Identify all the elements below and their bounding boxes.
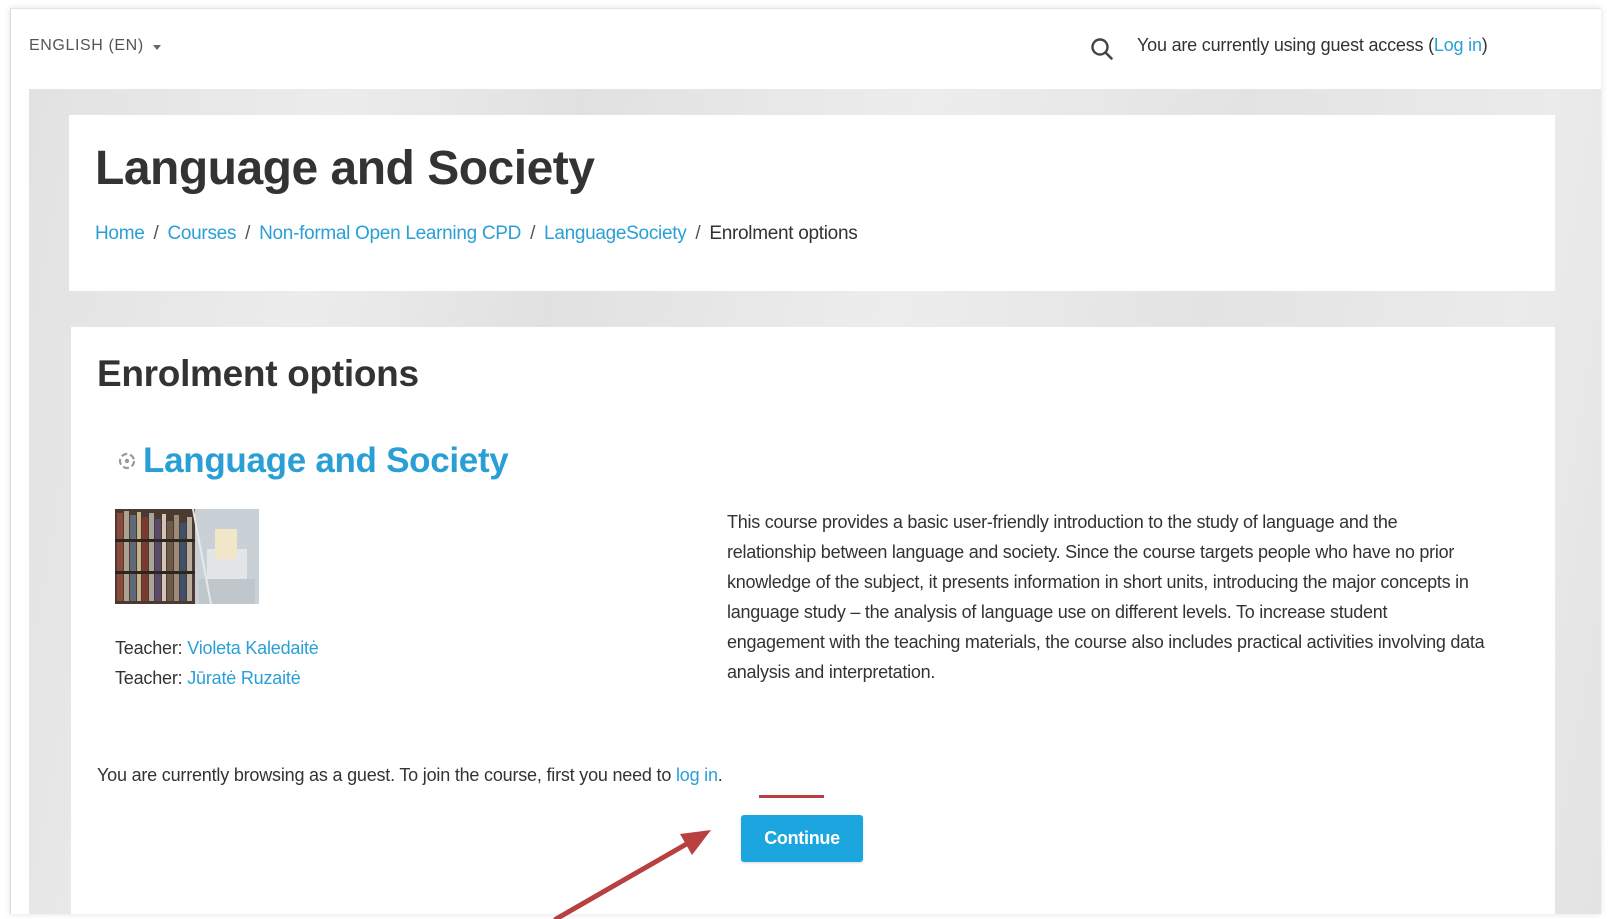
top-navbar: ENGLISH (EN) You are currently using gue… (11, 9, 1601, 89)
teacher-row: Teacher: Violeta Kaledaitė (115, 638, 319, 658)
language-label: ENGLISH (EN) (29, 37, 144, 54)
caret-down-icon (152, 44, 161, 50)
breadcrumb-category[interactable]: Non-formal Open Learning CPD (259, 223, 521, 245)
teacher-row: Teacher: Jūratė Ruzaitė (115, 668, 301, 688)
breadcrumb: Home / Courses / Non-formal Open Learnin… (95, 223, 858, 245)
course-image[interactable] (115, 509, 259, 604)
guest-enrol-notice: You are currently browsing as a guest. T… (97, 765, 723, 785)
course-summary: This course provides a basic user-friend… (727, 512, 1485, 682)
course-icon (118, 452, 136, 470)
browser-frame: ENGLISH (EN) You are currently using gue… (10, 8, 1601, 914)
course-title-link[interactable]: Language and Society (143, 441, 509, 481)
search-icon[interactable] (1089, 36, 1115, 62)
teacher-link[interactable]: Jūratė Ruzaitė (187, 668, 300, 688)
main-content: Enrolment options Language and Society T… (71, 327, 1555, 914)
breadcrumb-separator: / (153, 223, 159, 244)
section-title: Enrolment options (97, 353, 419, 394)
page-title: Language and Society (95, 142, 595, 195)
breadcrumb-separator: / (695, 223, 701, 244)
breadcrumb-home[interactable]: Home (95, 223, 145, 245)
breadcrumb-courses[interactable]: Courses (167, 223, 236, 245)
login-link[interactable]: Log in (1434, 35, 1482, 55)
language-menu[interactable]: ENGLISH (EN) (29, 37, 161, 55)
notice-login-link[interactable]: log in (676, 765, 718, 785)
breadcrumb-current: Enrolment options (709, 223, 858, 244)
course-heading: Language and Society (115, 441, 509, 481)
page-header: Language and Society Home / Courses / No… (69, 115, 1555, 291)
breadcrumb-separator: / (530, 223, 536, 244)
annotation-underline (759, 795, 824, 798)
teacher-link[interactable]: Violeta Kaledaitė (187, 638, 319, 658)
breadcrumb-course[interactable]: LanguageSociety (544, 223, 687, 245)
continue-button[interactable]: Continue (741, 815, 863, 862)
teacher-list: Teacher: Violeta Kaledaitė Teacher: Jūra… (115, 633, 319, 693)
breadcrumb-separator: / (245, 223, 251, 244)
guest-access-notice: You are currently using guest access (Lo… (1137, 35, 1488, 55)
